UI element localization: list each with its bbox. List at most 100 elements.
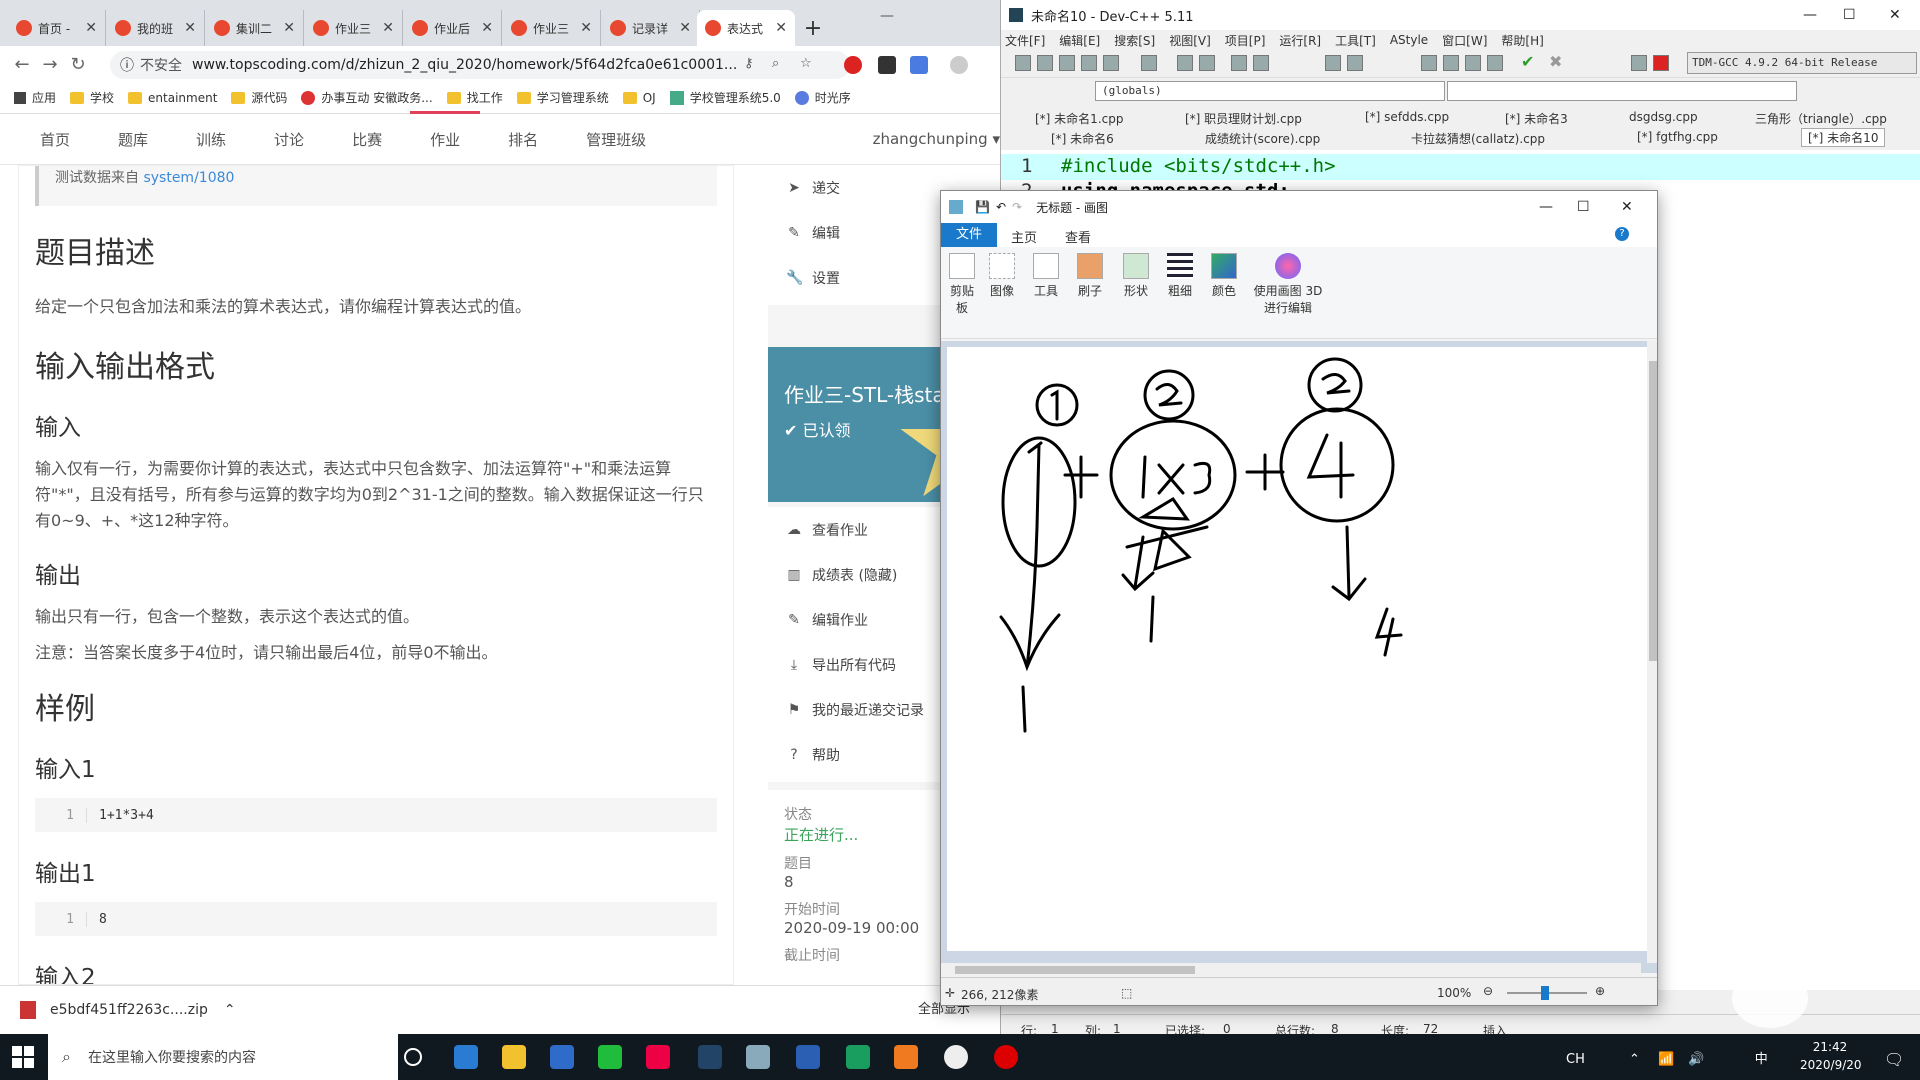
windows-start-icon[interactable]	[12, 1046, 34, 1068]
maximize-icon[interactable]: ☐	[1577, 199, 1590, 215]
tab-file[interactable]: 文件	[941, 223, 997, 247]
task-view-icon[interactable]	[404, 1048, 422, 1066]
close-tab-icon[interactable]: ✕	[382, 20, 394, 36]
profile-avatar[interactable]	[950, 56, 968, 74]
app-icon[interactable]	[894, 1045, 918, 1069]
close-tab-icon[interactable]: ✕	[184, 20, 196, 36]
scroll-thumb[interactable]	[1649, 361, 1657, 661]
clock[interactable]: 21:42 2020/9/20	[1800, 1038, 1862, 1074]
class-browser-select[interactable]: (globals)	[1095, 81, 1445, 101]
compile-run-icon[interactable]	[1465, 55, 1481, 71]
file-tab[interactable]: 三角形（triangle）.cpp	[1755, 110, 1887, 127]
tools-button[interactable]: 工具	[1031, 253, 1061, 300]
rebuild-icon[interactable]	[1487, 55, 1503, 71]
zoom-slider-thumb[interactable]	[1541, 986, 1549, 1000]
menu-window[interactable]: 窗口[W]	[1442, 32, 1487, 49]
back-icon[interactable]: ←	[8, 54, 36, 75]
file-tab[interactable]: [*] 未命名3	[1505, 110, 1568, 127]
taskbar-search[interactable]: ⌕ 在这里输入你要搜索的内容	[48, 1034, 398, 1080]
scroll-thumb[interactable]	[955, 966, 1195, 974]
nav-discuss[interactable]: 讨论	[274, 129, 304, 150]
zoom-icon[interactable]: ⌕	[772, 56, 790, 74]
close-icon[interactable]: ✕	[1889, 7, 1901, 23]
test-data-link[interactable]: system/1080	[143, 170, 234, 186]
redo-icon[interactable]: ↷	[1012, 200, 1022, 214]
browser-tab[interactable]: 作业三 ✕	[305, 10, 403, 46]
vertical-scrollbar[interactable]	[1647, 341, 1657, 963]
compiler-select[interactable]: TDM-GCC 4.9.2 64-bit Release	[1687, 52, 1917, 74]
minimize-icon[interactable]: —	[1539, 199, 1553, 215]
bookmark-link[interactable]: 办事互动 安徽政务...	[301, 89, 433, 106]
close-tab-icon[interactable]: ✕	[775, 20, 787, 36]
new-tab-button[interactable]: +	[800, 16, 826, 42]
minimize-icon[interactable]: —	[1803, 7, 1817, 23]
replace-icon[interactable]	[1253, 55, 1269, 71]
undo-icon[interactable]: ↶	[996, 200, 1006, 214]
close-tab-icon[interactable]: ✕	[580, 20, 592, 36]
close-tab-icon[interactable]: ✕	[85, 20, 97, 36]
browser-tab[interactable]: 作业三 ✕	[503, 10, 601, 46]
zoom-in-icon[interactable]: ⊕	[1595, 984, 1605, 998]
open-icon[interactable]	[1037, 55, 1053, 71]
nav-manage-class[interactable]: 管理班级	[586, 129, 646, 150]
bookmark-folder[interactable]: 学习管理系统	[516, 89, 609, 106]
menu-tools[interactable]: 工具[T]	[1335, 32, 1376, 49]
file-tab-active[interactable]: [*] 未命名10	[1801, 128, 1886, 147]
close-tab-icon[interactable]: ✕	[481, 20, 493, 36]
file-tab[interactable]: 卡拉兹猜想(callatz).cpp	[1411, 130, 1545, 147]
compile-icon[interactable]	[1421, 55, 1437, 71]
reload-icon[interactable]: ↻	[64, 54, 92, 75]
drawing-canvas[interactable]	[947, 347, 1647, 951]
file-tab[interactable]: [*] 未命名6	[1051, 130, 1114, 147]
close-tab-icon[interactable]: ✕	[283, 20, 295, 36]
new-file-icon[interactable]	[1015, 55, 1031, 71]
wechat-icon[interactable]	[598, 1045, 622, 1069]
devcpp-taskbar-icon[interactable]	[698, 1045, 722, 1069]
ime-indicator[interactable]: 中	[1755, 1052, 1768, 1067]
help-icon[interactable]: ?	[1615, 227, 1629, 241]
close-icon[interactable]: ✕	[1621, 199, 1633, 215]
paint-taskbar-icon[interactable]	[746, 1045, 770, 1069]
shapes-button[interactable]: 形状	[1121, 253, 1151, 300]
bookmark-link[interactable]: 学校管理系统5.0	[669, 89, 781, 106]
menu-search[interactable]: 搜索[S]	[1114, 32, 1155, 49]
bookmark-apps[interactable]: 应用	[14, 89, 56, 106]
menu-edit[interactable]: 编辑[E]	[1059, 32, 1100, 49]
browser-tab[interactable]: 记录详 ✕	[602, 10, 700, 46]
brushes-button[interactable]: 刷子	[1075, 253, 1105, 300]
close-file-icon[interactable]	[1103, 55, 1119, 71]
menu-help[interactable]: 帮助[H]	[1501, 32, 1543, 49]
download-item[interactable]: e5bdf451ff2263c....zip	[50, 1002, 208, 1018]
debug-icon[interactable]	[1653, 55, 1669, 71]
tab-view[interactable]: 查看	[1065, 227, 1091, 246]
redo-icon[interactable]	[1199, 55, 1215, 71]
find-icon[interactable]	[1231, 55, 1247, 71]
vscode-icon[interactable]	[454, 1045, 478, 1069]
file-tab[interactable]: [*] 职员理财计划.cpp	[1185, 110, 1302, 127]
bookmark-folder[interactable]: 找工作	[446, 89, 503, 106]
nav-problems[interactable]: 题库	[118, 129, 148, 150]
nav-home[interactable]: 首页	[40, 129, 70, 150]
save-icon[interactable]: 💾	[975, 200, 990, 214]
browser-tab-active[interactable]: 表达式 ✕	[697, 10, 795, 46]
word-icon[interactable]	[796, 1045, 820, 1069]
save-icon[interactable]	[1059, 55, 1075, 71]
extension-icon[interactable]	[878, 56, 896, 74]
nav-ranking[interactable]: 排名	[508, 129, 538, 150]
tab-home[interactable]: 主页	[1011, 227, 1037, 246]
file-tab[interactable]: dsgdsg.cpp	[1629, 110, 1698, 124]
zoom-out-icon[interactable]: ⊖	[1483, 984, 1493, 998]
file-tab[interactable]: [*] 未命名1.cpp	[1035, 110, 1123, 127]
volume-icon[interactable]: 🔊	[1688, 1052, 1704, 1067]
qq-icon[interactable]	[646, 1045, 670, 1069]
chevron-up-icon[interactable]: ⌃	[224, 1002, 236, 1018]
member-select[interactable]	[1447, 81, 1797, 101]
extension-icon[interactable]	[910, 56, 928, 74]
bookmark-star-icon[interactable]: ☆	[800, 56, 818, 74]
indent-icon[interactable]	[1325, 55, 1341, 71]
bookmark-folder[interactable]: 源代码	[231, 89, 287, 106]
file-tab[interactable]: [*] fgtfhg.cpp	[1637, 130, 1718, 144]
unindent-icon[interactable]	[1347, 55, 1363, 71]
chrome-icon[interactable]	[944, 1045, 968, 1069]
chart-icon[interactable]	[1631, 55, 1647, 71]
